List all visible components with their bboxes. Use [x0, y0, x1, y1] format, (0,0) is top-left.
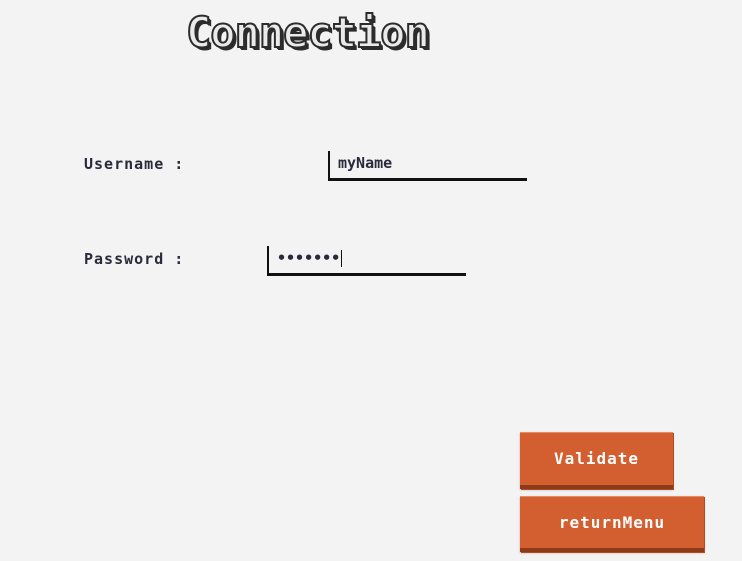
validate-button[interactable]: Validate: [520, 432, 673, 489]
password-value: •••••••: [277, 249, 341, 267]
password-field[interactable]: •••••••: [267, 246, 466, 276]
text-caret: [341, 250, 343, 267]
page-title: Connection: [185, 7, 431, 58]
return-menu-button[interactable]: returnMenu: [520, 496, 704, 552]
username-label: Username :: [84, 155, 185, 173]
username-value: myName: [338, 154, 393, 172]
password-label: Password :: [84, 250, 185, 268]
username-field[interactable]: myName: [328, 151, 527, 181]
